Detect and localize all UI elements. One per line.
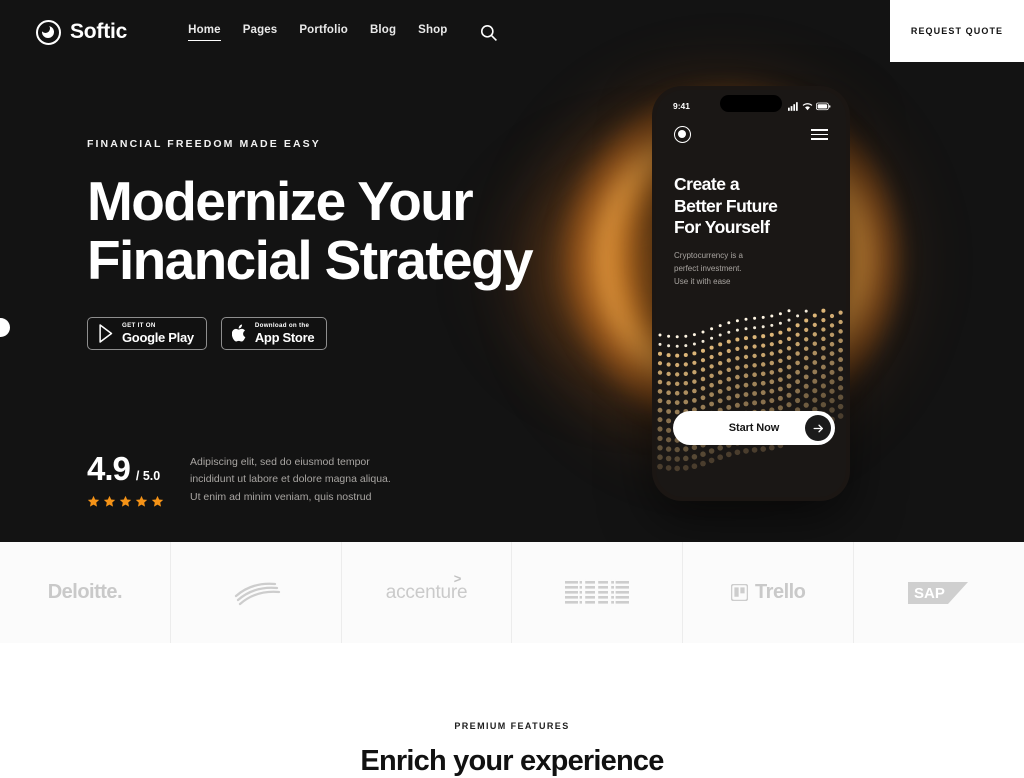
sap-icon: SAP: [908, 581, 969, 604]
nav-links: Home Pages Portfolio Blog Shop: [188, 24, 447, 41]
nav-item-portfolio[interactable]: Portfolio: [299, 24, 348, 41]
bank-of-america-icon: [234, 582, 280, 605]
nav-item-pages[interactable]: Pages: [243, 24, 278, 41]
app-store-button[interactable]: Download on the App Store: [220, 317, 328, 350]
request-quote-button[interactable]: REQUEST QUOTE: [890, 0, 1024, 62]
rating-text-line2: incididunt ut labore et dolore magna ali…: [190, 473, 391, 486]
particle-wave-graphic: [656, 307, 846, 497]
ibm-icon: [565, 578, 630, 607]
nav-item-shop[interactable]: Shop: [418, 24, 447, 41]
battery-icon: [816, 102, 831, 110]
phone-sub-line2: perfect investment.: [674, 263, 742, 273]
phone-sub-line1: Cryptocurrency is a: [674, 251, 743, 261]
softic-mark-icon: [36, 19, 61, 45]
phone-status-bar: 9:41: [656, 90, 846, 116]
star-icon-2: [103, 495, 116, 507]
logo-deloitte-label: Deloitte.: [47, 581, 123, 603]
logo-deloitte: Deloitte.: [0, 542, 171, 643]
nav-item-blog[interactable]: Blog: [370, 24, 396, 41]
star-icon-4: [135, 495, 148, 507]
phone-screen: 9:41 Create a Better Future For Yourself…: [656, 90, 846, 497]
top-navigation: Softic Home Pages Portfolio Blog Shop RE…: [0, 0, 1024, 64]
rating-score-group: 4.9 / 5.0: [87, 450, 164, 508]
trello-icon: [731, 584, 749, 601]
logo-trello: Trello: [683, 542, 855, 643]
logo-trello-label: Trello: [755, 581, 806, 603]
hero-section: Softic Home Pages Portfolio Blog Shop RE…: [0, 0, 1024, 542]
star-icon-1: [87, 495, 100, 507]
app-store-label: App Store: [254, 330, 315, 346]
phone-title-line1: Create a: [674, 174, 740, 194]
features-heading: Enrich your experience: [360, 745, 664, 777]
arrow-right-icon: [805, 415, 831, 441]
phone-title-line3: For Yourself: [674, 217, 770, 238]
features-section: PREMIUM FEATURES Enrich your experience: [0, 643, 1024, 777]
phone-sub-line3: Use it with ease: [674, 276, 731, 286]
start-now-button[interactable]: Start Now: [673, 411, 835, 445]
nav-item-home[interactable]: Home: [188, 24, 221, 41]
accenture-chevron-icon: >: [453, 570, 462, 586]
google-play-icon: [99, 324, 113, 343]
hero-headline: Modernize Your Financial Strategy: [87, 170, 557, 292]
rating-block: 4.9 / 5.0 Adipiscing elit, sed do eiusmo…: [87, 450, 391, 508]
phone-header: [656, 116, 846, 143]
brand-name: Softic: [70, 20, 128, 43]
google-play-label: Google Play: [122, 330, 194, 346]
start-now-label: Start Now: [728, 422, 780, 434]
phone-notch: [720, 95, 782, 112]
hero-copy: FINANCIAL FREEDOM MADE EASY Modernize Yo…: [87, 138, 557, 291]
svg-text:SAP: SAP: [914, 585, 945, 602]
logo-ibm: [512, 542, 684, 643]
request-quote-label: REQUEST QUOTE: [910, 26, 1004, 36]
logo-accenture: accenture >: [342, 542, 513, 643]
wifi-icon: [802, 102, 813, 110]
hero-eyebrow: FINANCIAL FREEDOM MADE EASY: [87, 138, 321, 150]
carousel-prev-button[interactable]: [0, 318, 10, 337]
signal-icon: [788, 101, 798, 111]
phone-title-line2: Better Future: [674, 195, 778, 216]
app-store-small-label: Download on the: [254, 321, 310, 329]
hamburger-icon[interactable]: [811, 128, 828, 141]
features-label: PREMIUM FEATURES: [454, 721, 570, 731]
phone-subtitle: Cryptocurrency is a perfect investment. …: [656, 239, 846, 288]
hero-headline-line1: Modernize Your: [87, 170, 474, 232]
logo-sap: SAP: [854, 542, 1024, 643]
phone-mockup: 9:41 Create a Better Future For Yourself…: [652, 86, 850, 501]
google-play-button[interactable]: GET IT ON Google Play: [87, 317, 207, 350]
hero-headline-line2: Financial Strategy: [87, 229, 534, 292]
rating-description: Adipiscing elit, sed do eiusmod tempor i…: [190, 450, 391, 506]
phone-title: Create a Better Future For Yourself: [656, 143, 846, 239]
rating-text-line1: Adipiscing elit, sed do eiusmod tempor: [190, 456, 370, 468]
client-logo-strip: Deloitte. accenture > Trello SAP: [0, 542, 1024, 643]
apple-icon: [231, 324, 246, 342]
rating-score: 4.9: [87, 450, 131, 487]
google-play-small-label: GET IT ON: [122, 321, 156, 329]
rating-out-of: / 5.0: [135, 469, 161, 483]
phone-logo-icon: [674, 126, 691, 143]
store-badges: GET IT ON Google Play Download on the Ap…: [87, 317, 328, 350]
search-icon[interactable]: [477, 21, 499, 43]
star-icon-5: [151, 495, 164, 507]
rating-text-line3: Ut enim ad minim veniam, quis nostrud: [190, 490, 372, 503]
brand-logo[interactable]: Softic: [36, 19, 128, 45]
logo-bank-of-america: [171, 542, 342, 643]
rating-stars: [87, 495, 164, 508]
status-time: 9:41: [673, 101, 691, 111]
star-icon-3: [119, 495, 132, 507]
